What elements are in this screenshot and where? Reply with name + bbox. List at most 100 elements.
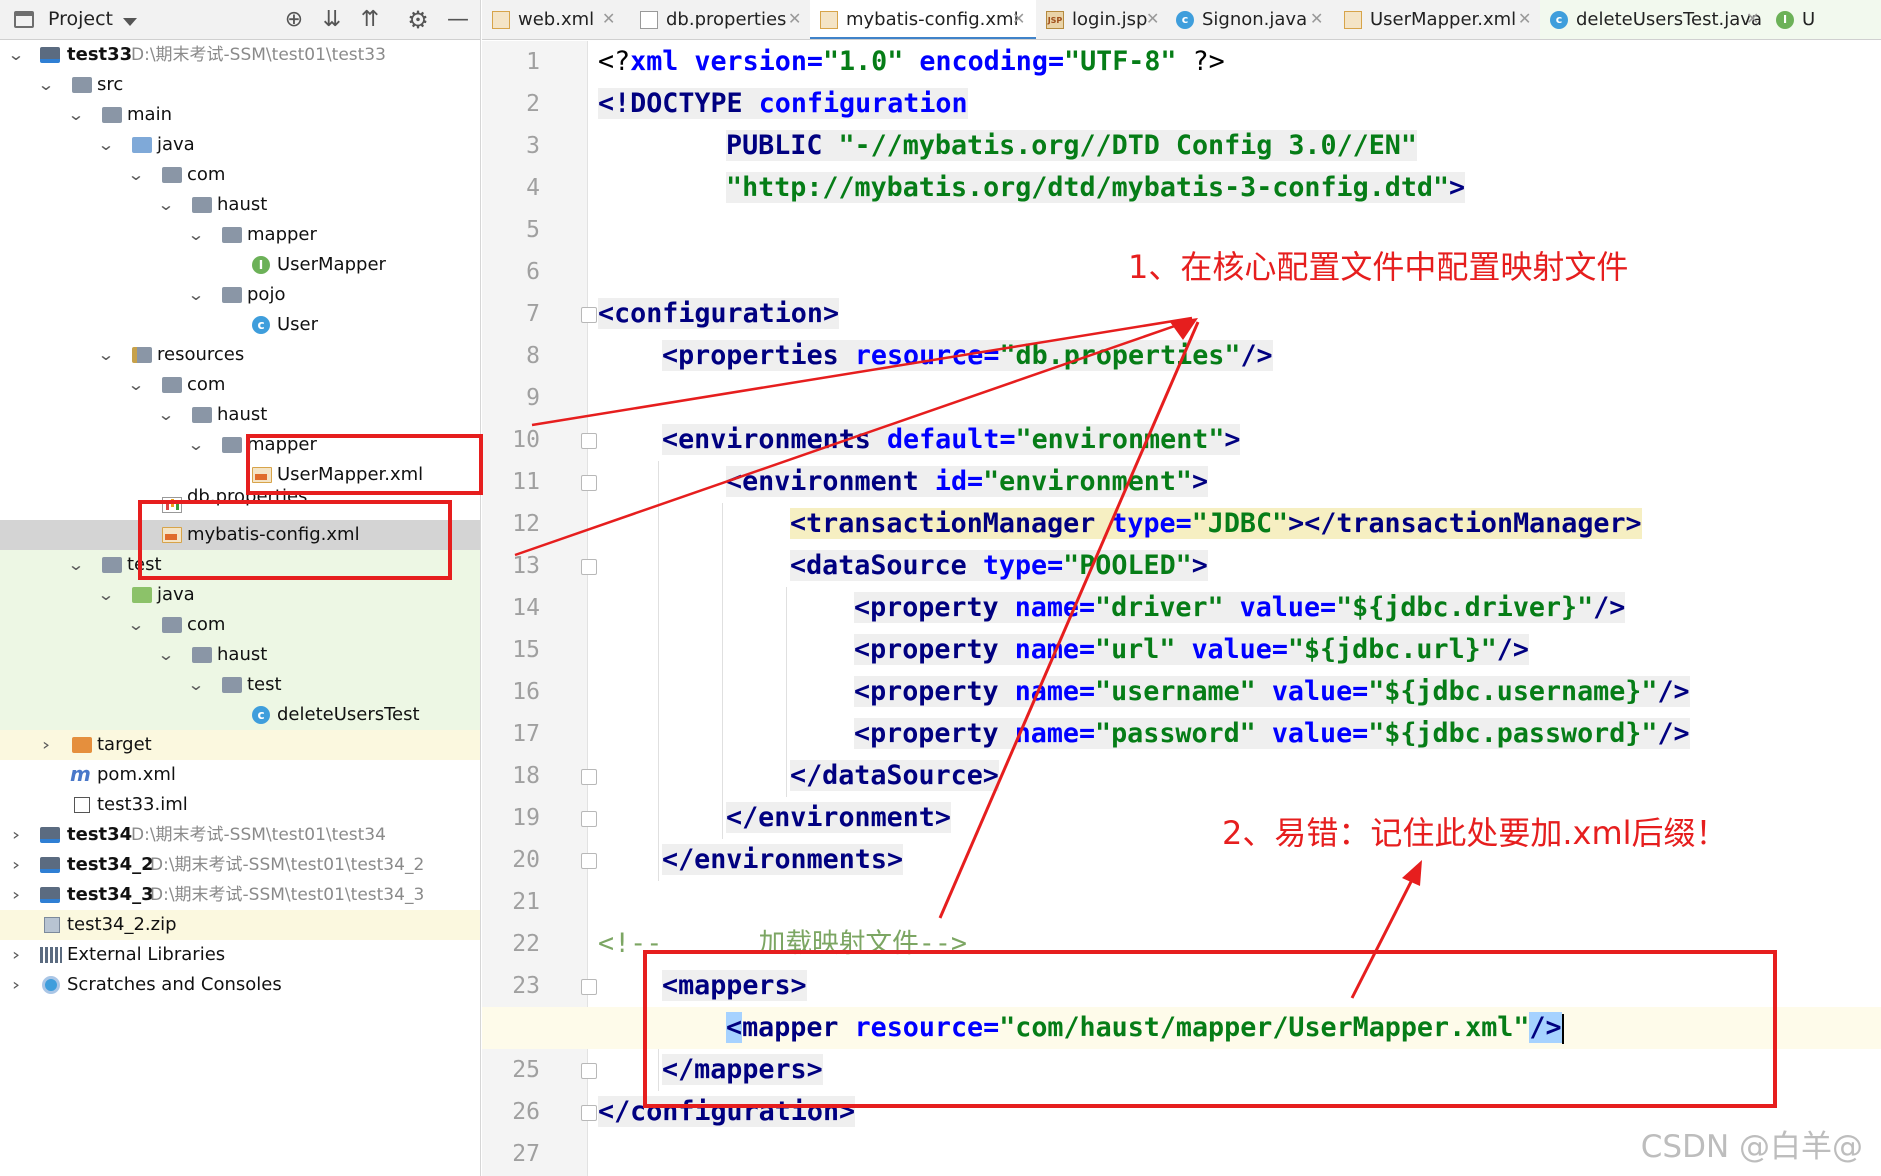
tab-signon-java[interactable]: c Signon.java ✕ [1166, 0, 1334, 39]
tree-node-deleteuserstest[interactable]: c deleteUsersTest [0, 700, 480, 730]
tree-node-test33-iml[interactable]: test33.iml [0, 790, 480, 820]
chevron-down-icon[interactable]: ⌄ [96, 580, 117, 610]
tab-db-properties[interactable]: db.properties ✕ [630, 0, 810, 39]
close-icon[interactable]: ✕ [1746, 9, 1759, 28]
folder-icon [102, 557, 122, 573]
token: /> [1657, 676, 1690, 707]
chevron-down-icon[interactable]: ⌄ [126, 160, 147, 190]
tree-node-test34[interactable]: › test34 D:\期末考试-SSM\test01\test34 [0, 820, 480, 850]
chevron-down-icon[interactable] [123, 18, 137, 26]
xml-file-icon [162, 527, 182, 543]
chevron-right-icon[interactable]: › [6, 850, 27, 880]
code-line-24: <mapper resource="com/haust/mapper/UserM… [482, 1007, 1881, 1049]
tree-node-mybatis-config-xml[interactable]: mybatis-config.xml [0, 520, 480, 550]
tree-node-test34-3[interactable]: › test34_3 D:\期末考试-SSM\test01\test34_3 [0, 880, 480, 910]
tree-node-haust[interactable]: ⌄ haust [0, 400, 480, 430]
tree-node-external-libraries[interactable]: › External Libraries [0, 940, 480, 970]
tree-node-com[interactable]: ⌄ com [0, 370, 480, 400]
chevron-down-icon[interactable]: ⌄ [6, 40, 27, 70]
tree-node-scratches[interactable]: › Scratches and Consoles [0, 970, 480, 1000]
tree-node-com[interactable]: ⌄ com [0, 160, 480, 190]
tree-node-mapper-resources[interactable]: ⌄ mapper [0, 430, 480, 460]
chevron-down-icon[interactable]: ⌄ [36, 70, 57, 100]
tree-node-src[interactable]: ⌄ src [0, 70, 480, 100]
code-line-8: <properties resource="db.properties"/> [482, 335, 1273, 377]
close-icon[interactable]: ✕ [1310, 9, 1323, 28]
tree-node-pom-xml[interactable]: m pom.xml [0, 760, 480, 790]
chevron-right-icon[interactable]: › [36, 730, 57, 760]
chevron-down-icon[interactable]: ⌄ [186, 670, 207, 700]
code-line-25: </mappers> [482, 1049, 823, 1091]
chevron-down-icon[interactable]: ⌄ [156, 190, 177, 220]
token: /> [1529, 1012, 1562, 1043]
tab-deleteuserstest-java[interactable]: c deleteUsersTest.java ✕ [1540, 0, 1766, 39]
token: > [1224, 424, 1241, 455]
source-folder-icon [132, 137, 152, 153]
chevron-down-icon[interactable]: ⌄ [186, 220, 207, 250]
chevron-down-icon[interactable]: ⌄ [66, 100, 87, 130]
token: "JDBC" [1191, 508, 1289, 539]
tree-node-test34-2[interactable]: › test34_2 D:\期末考试-SSM\test01\test34_2 [0, 850, 480, 880]
tree-node-test34-2-zip[interactable]: test34_2.zip [0, 910, 480, 940]
tree-node-haust[interactable]: ⌄ haust [0, 640, 480, 670]
chevron-down-icon[interactable]: ⌄ [96, 340, 117, 370]
tree-node-main[interactable]: ⌄ main [0, 100, 480, 130]
chevron-down-icon[interactable]: ⌄ [66, 550, 87, 580]
tree-node-java[interactable]: ⌄ java [0, 130, 480, 160]
tree-node-test-package[interactable]: ⌄ test [0, 670, 480, 700]
chevron-down-icon[interactable]: ⌄ [96, 130, 117, 160]
tree-node-target[interactable]: › target [0, 730, 480, 760]
code-line-10: <environments default="environment"> [482, 419, 1241, 461]
collapse-all-icon[interactable]: ⇈ [357, 7, 383, 33]
chevron-right-icon[interactable]: › [6, 970, 27, 1000]
chevron-down-icon[interactable]: ⌄ [126, 370, 147, 400]
close-icon[interactable]: ✕ [1518, 9, 1531, 28]
tree-node-java-test[interactable]: ⌄ java [0, 580, 480, 610]
close-icon[interactable]: ✕ [788, 9, 801, 28]
tree-node-haust[interactable]: ⌄ haust [0, 190, 480, 220]
chevron-down-icon[interactable]: ⌄ [156, 400, 177, 430]
chevron-down-icon[interactable]: ⌄ [126, 610, 147, 640]
libraries-icon [40, 947, 62, 963]
token: = [1078, 718, 1096, 749]
package-icon [222, 677, 242, 693]
tree-node-resources[interactable]: ⌄ resources [0, 340, 480, 370]
token: "driver" [1095, 592, 1224, 623]
chevron-down-icon[interactable]: ⌄ [186, 430, 207, 460]
tree-node-user-class[interactable]: c User [0, 310, 480, 340]
tree-node-pojo[interactable]: ⌄ pojo [0, 280, 480, 310]
tree-node-db-properties[interactable]: db.properties [0, 486, 480, 520]
tree-node-mapper[interactable]: ⌄ mapper [0, 220, 480, 250]
expand-all-icon[interactable]: ⇊ [319, 7, 345, 33]
chevron-right-icon[interactable]: › [6, 940, 27, 970]
gear-icon[interactable]: ⚙ [405, 7, 431, 33]
hide-icon[interactable]: — [445, 7, 471, 33]
chevron-right-icon[interactable]: › [6, 880, 27, 910]
tab-mybatis-config-xml[interactable]: mybatis-config.xml ✕ [810, 0, 1036, 39]
tab-overflow[interactable]: I U [1766, 0, 1881, 39]
tab-login-jsp[interactable]: JSP login.jsp ✕ [1036, 0, 1166, 39]
tree-node-usermapper-interface[interactable]: I UserMapper [0, 250, 480, 280]
chevron-down-icon[interactable]: ⌄ [156, 640, 177, 670]
tab-web-xml[interactable]: web.xml ✕ [482, 0, 630, 39]
close-icon[interactable]: ✕ [1012, 9, 1025, 28]
package-icon [222, 227, 242, 243]
chevron-right-icon[interactable]: › [6, 820, 27, 850]
tab-usermapper-xml[interactable]: UserMapper.xml ✕ [1334, 0, 1540, 39]
tree-node-com[interactable]: ⌄ com [0, 610, 480, 640]
project-view-selector[interactable]: Project [48, 8, 113, 30]
tree-node-label: test34_3 [67, 884, 154, 905]
test-class-icon: c [252, 706, 270, 724]
token: name [1014, 634, 1079, 665]
chevron-down-icon[interactable]: ⌄ [186, 280, 207, 310]
close-icon[interactable]: ✕ [602, 9, 615, 28]
locate-icon[interactable]: ⊕ [281, 7, 307, 33]
close-icon[interactable]: ✕ [1146, 9, 1159, 28]
tree-node-test33[interactable]: ⌄ test33 D:\期末考试-SSM\test01\test33 [0, 40, 480, 70]
token: value [1191, 634, 1272, 665]
token: < [726, 1012, 743, 1043]
tree-node-test[interactable]: ⌄ test [0, 550, 480, 580]
code-editor[interactable]: 1 2 3 4 5 6 7 8 9 10 11 12 13 14 15 16 1… [482, 41, 1881, 1176]
token: = [983, 340, 1000, 371]
folder-icon [192, 407, 212, 423]
